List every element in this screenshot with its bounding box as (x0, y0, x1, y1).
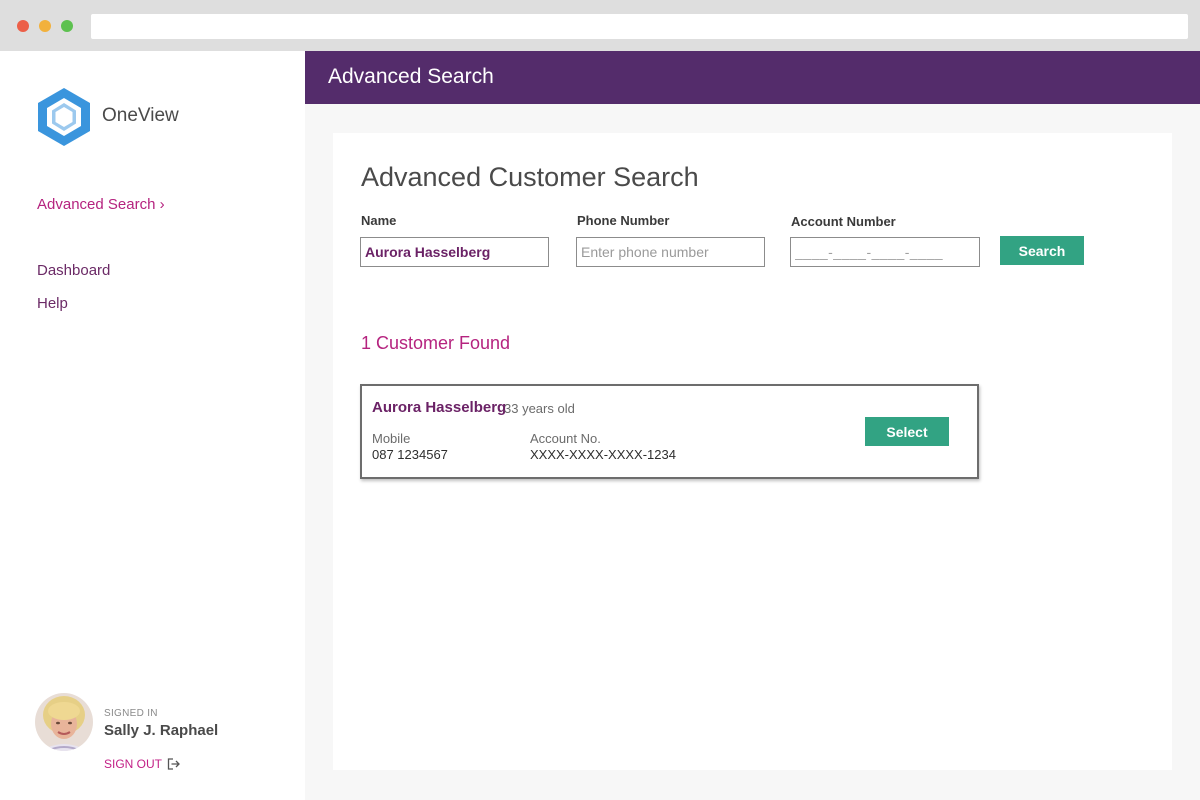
header-bar: Advanced Search (305, 51, 1200, 104)
customer-age: 33 years old (504, 401, 575, 416)
select-customer-button[interactable]: Select (865, 417, 949, 446)
account-input[interactable] (790, 237, 980, 267)
app-name: OneView (102, 105, 179, 126)
mobile-value: 087 1234567 (372, 447, 448, 462)
window-maximize-button[interactable] (61, 20, 73, 32)
search-panel: Advanced Customer Search Name Phone Numb… (333, 133, 1172, 770)
page-title: Advanced Search (328, 65, 494, 88)
hexagon-logo-icon (38, 88, 90, 146)
window-close-button[interactable] (17, 20, 29, 32)
sign-out-icon (167, 758, 180, 770)
signed-in-label: SIGNED IN (104, 708, 158, 719)
browser-chrome (0, 0, 1200, 51)
phone-label: Phone Number (577, 213, 670, 228)
name-input[interactable] (360, 237, 549, 267)
sidebar-item-dashboard[interactable]: Dashboard (37, 262, 110, 279)
customer-name: Aurora Hasselberg (372, 399, 507, 416)
results-count: 1 Customer Found (361, 333, 511, 353)
sidebar: OneView Advanced Search › Dashboard Help… (0, 51, 305, 800)
account-no-value: XXXX-XXXX-XXXX-1234 (530, 447, 676, 462)
sign-out-link[interactable]: SIGN OUT (104, 757, 180, 771)
phone-input[interactable] (576, 237, 765, 267)
customer-result-card: Aurora Hasselberg 33 years old Mobile 08… (360, 384, 979, 479)
search-form-title: Advanced Customer Search (361, 162, 699, 192)
mobile-label: Mobile (372, 431, 411, 446)
sidebar-item-help[interactable]: Help (37, 295, 68, 312)
account-no-label: Account No. (530, 431, 601, 446)
address-bar[interactable] (91, 14, 1188, 39)
window-minimize-button[interactable] (39, 20, 51, 32)
search-button[interactable]: Search (1000, 236, 1084, 265)
avatar (35, 693, 93, 751)
main-content: Advanced Search Advanced Customer Search… (305, 51, 1200, 800)
account-label: Account Number (791, 214, 896, 229)
user-name: Sally J. Raphael (104, 722, 219, 739)
sidebar-item-advanced-search[interactable]: Advanced Search › (37, 196, 165, 213)
sign-out-label: SIGN OUT (104, 757, 163, 771)
name-label: Name (361, 213, 397, 228)
